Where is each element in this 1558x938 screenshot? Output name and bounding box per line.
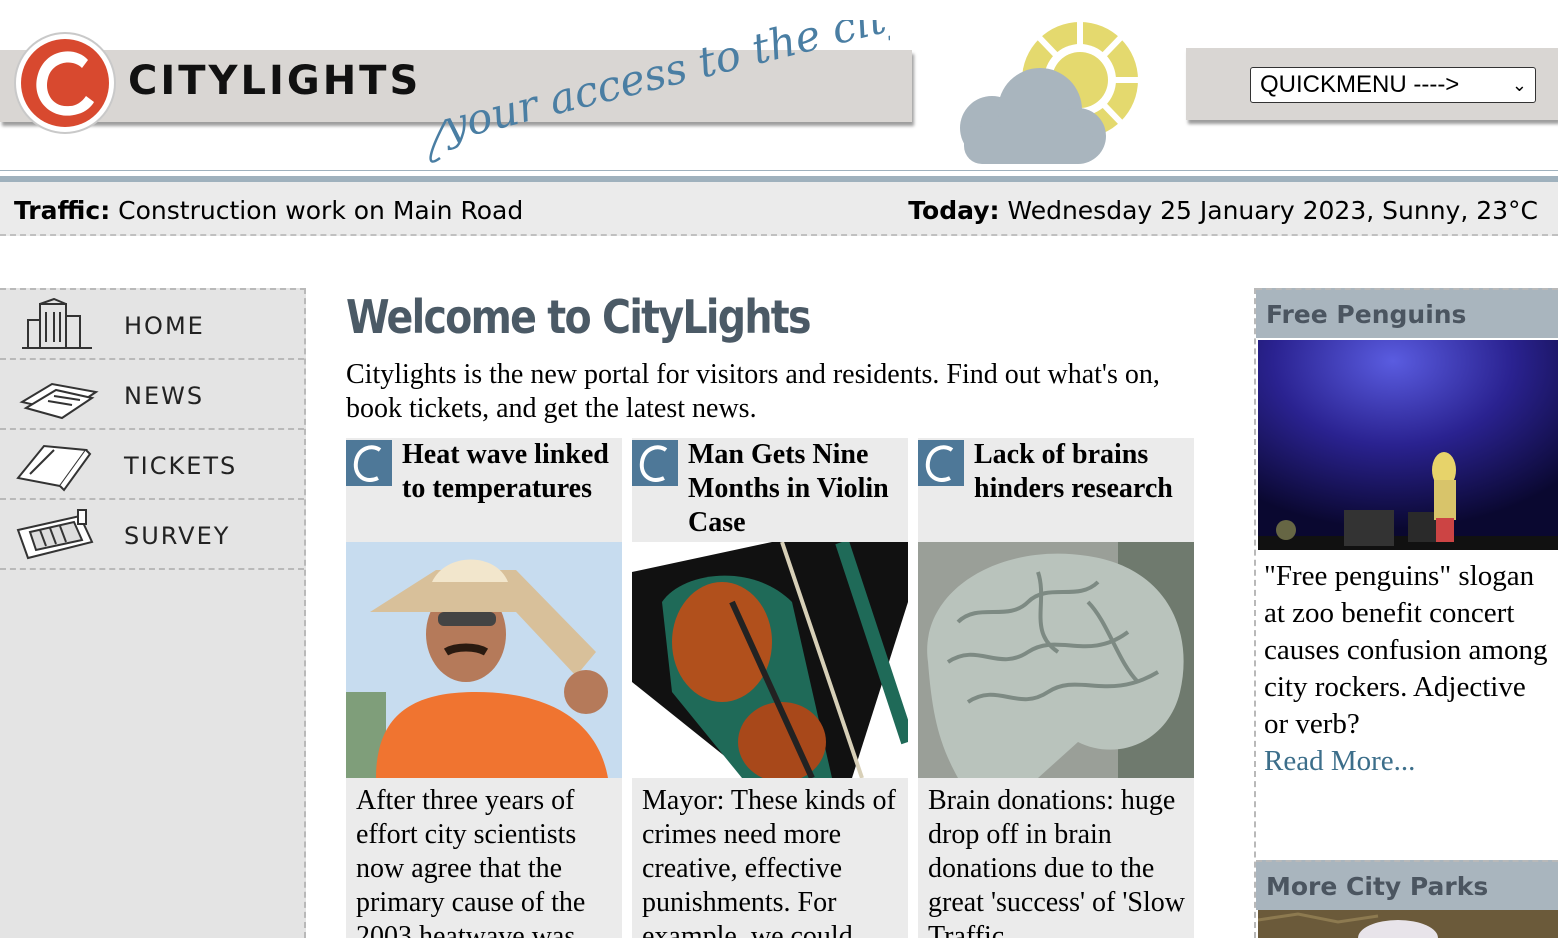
concert-photo[interactable] (1258, 340, 1558, 550)
card-text: After three years of effort city scienti… (356, 785, 586, 938)
quickmenu-select[interactable]: QUICKMENU ----> ⌄ (1250, 67, 1536, 103)
sidebar-item-tickets[interactable]: TICKETS (0, 430, 304, 500)
news-card[interactable]: Man Gets Nine Months in Violin Case Mayo… (632, 438, 908, 938)
citylights-c-icon (918, 440, 964, 486)
traffic-text: Construction work on Main Road (118, 196, 524, 225)
sidebar-item-survey[interactable]: SURVEY (0, 500, 304, 570)
news-card[interactable]: Lack of brains hinders research Brain do… (918, 438, 1194, 938)
card-header: Lack of brains hinders research (918, 438, 1194, 542)
news-card[interactable]: Heat wave linked to temperatures After t… (346, 438, 622, 938)
building-icon (22, 298, 92, 349)
sidebar-item-news[interactable]: NEWS (0, 360, 304, 430)
story-text: "Free penguins" slogan at zoo benefit co… (1264, 560, 1548, 740)
read-more-link[interactable]: Read More... (1264, 745, 1415, 777)
today-label: Today: (908, 196, 1000, 225)
sidebar-nav: HOME NEWS TICKETS SURVEY (0, 288, 306, 938)
page-title: Welcome to CityLights (346, 290, 812, 344)
clipboard-icon (16, 509, 94, 560)
sidebar-item-label: NEWS (124, 382, 205, 410)
sidebar-item-label: SURVEY (124, 522, 231, 550)
card-title[interactable]: Man Gets Nine Months in Violin Case (688, 438, 903, 540)
today-info: Today: Wednesday 25 January 2023, Sunny,… (908, 196, 1538, 225)
heatwave-photo[interactable] (346, 542, 622, 778)
citylights-c-icon (632, 440, 678, 486)
brand-name[interactable]: CITYLIGHTS (128, 58, 421, 104)
box-title: More City Parks (1266, 872, 1489, 901)
tagline-text: your access to the city (436, 20, 890, 151)
box-title: Free Penguins (1266, 300, 1467, 329)
sidebar-item-home[interactable]: HOME (0, 290, 304, 360)
sidebar-item-label: HOME (124, 312, 205, 340)
today-text: Wednesday 25 January 2023, Sunny, 23°C (1007, 196, 1538, 225)
sidebar-item-label: TICKETS (124, 452, 238, 480)
traffic-info: Traffic: Construction work on Main Road (14, 196, 523, 225)
intro-text: Citylights is the new portal for visitor… (346, 359, 1160, 424)
card-header: Heat wave linked to temperatures (346, 438, 622, 542)
right-column: Free Penguins "Free penguins" slogan at … (1254, 288, 1558, 938)
info-bar: Traffic: Construction work on Main Road … (0, 182, 1558, 236)
tagline: your access to the city (429, 20, 890, 163)
ticket-icon (16, 444, 92, 492)
traffic-label: Traffic: (14, 196, 111, 225)
card-text: Mayor: These kinds of crimes need more c… (642, 785, 896, 938)
newspaper-icon (19, 382, 99, 420)
site-header: CITYLIGHTS your access to the city QUICK… (0, 0, 1558, 182)
penguins-story: "Free penguins" slogan at zoo benefit co… (1264, 558, 1556, 780)
header-divider (0, 170, 1558, 171)
brain-model-photo[interactable] (918, 542, 1194, 778)
park-photo[interactable] (1258, 910, 1558, 938)
card-header: Man Gets Nine Months in Violin Case (632, 438, 908, 542)
chevron-down-icon: ⌄ (1511, 75, 1527, 95)
citylights-c-icon (346, 440, 392, 486)
card-title[interactable]: Heat wave linked to temperatures (402, 438, 617, 506)
card-title[interactable]: Lack of brains hinders research (974, 438, 1189, 506)
more-city-parks-header: More City Parks (1256, 860, 1558, 910)
free-penguins-header: Free Penguins (1256, 288, 1558, 338)
citylights-logo-icon[interactable] (12, 30, 118, 136)
violin-case-photo[interactable] (632, 542, 908, 778)
quickmenu-selected: QUICKMENU ----> (1260, 71, 1460, 98)
partly-cloudy-icon (960, 10, 1154, 164)
card-text: Brain donations: huge drop off in brain … (928, 785, 1185, 938)
